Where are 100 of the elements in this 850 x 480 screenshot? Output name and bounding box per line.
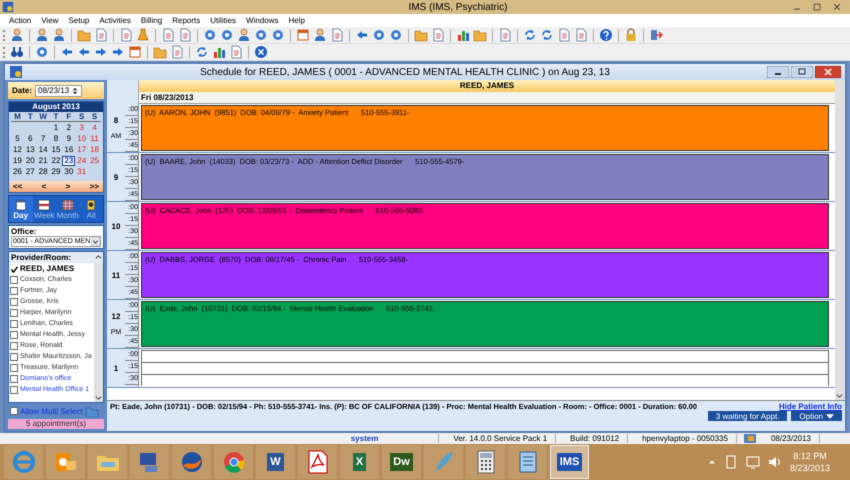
menu-item[interactable]: View (36, 16, 64, 25)
calendar-day[interactable]: 8 (50, 134, 62, 144)
minimize-icon[interactable] (767, 66, 789, 78)
folder-icon[interactable] (153, 45, 167, 59)
network-icon[interactable] (746, 455, 760, 469)
calendar-day[interactable]: 7 (36, 134, 50, 144)
calendar-day[interactable]: 13 (24, 145, 37, 155)
document-icon[interactable] (170, 45, 184, 59)
person-icon[interactable] (237, 28, 251, 42)
menu-item[interactable]: Help (284, 16, 310, 25)
taskbar-app[interactable] (508, 445, 547, 479)
checkbox[interactable] (10, 352, 18, 360)
checkbox[interactable] (10, 320, 18, 328)
calendar-day[interactable]: 27 (24, 167, 37, 177)
taskbar-app[interactable]: IMS (550, 445, 589, 479)
speaker-icon[interactable] (768, 455, 782, 469)
waiting-button[interactable]: 3 waiting for Appt. (708, 411, 788, 421)
taskbar-app[interactable]: X (340, 445, 379, 479)
calendar-day[interactable]: 15 (50, 145, 62, 155)
empty-slot[interactable] (141, 362, 829, 374)
calendar-day[interactable]: 16 (62, 145, 76, 155)
calendar-day[interactable]: 26 (11, 167, 24, 177)
up-arrow-icon[interactable] (708, 459, 716, 465)
document-icon[interactable] (574, 28, 588, 42)
document-icon[interactable] (161, 28, 175, 42)
document-icon[interactable] (119, 28, 133, 42)
arrow-left-icon[interactable] (60, 45, 74, 59)
menu-item[interactable]: Activities (94, 16, 136, 25)
calendar-day[interactable]: 9 (62, 134, 76, 144)
calendar-day[interactable]: 1 (50, 123, 62, 133)
arrow-left-icon[interactable] (355, 28, 369, 42)
document-icon[interactable] (178, 28, 192, 42)
calendar-day[interactable]: 22 (50, 156, 62, 166)
calendar-day[interactable]: 30 (62, 167, 76, 177)
menu-item[interactable]: Billing (136, 16, 168, 25)
bar-chart-icon[interactable] (212, 45, 226, 59)
empty-slot[interactable] (141, 374, 829, 386)
taskbar-app[interactable]: W (256, 445, 295, 479)
menu-item[interactable]: Action (4, 16, 36, 25)
checkbox[interactable] (10, 298, 18, 306)
exit-icon[interactable] (649, 28, 663, 42)
calendar-day[interactable]: 19 (11, 156, 24, 166)
checkbox[interactable] (10, 308, 18, 316)
bar-chart-icon[interactable] (456, 28, 470, 42)
person-icon[interactable] (313, 28, 327, 42)
calendar-icon[interactable] (128, 45, 142, 59)
calendar-day[interactable]: 29 (50, 167, 62, 177)
menu-item[interactable]: Utilities (205, 16, 242, 25)
checkbox[interactable] (10, 364, 18, 372)
arrow-right-icon[interactable] (94, 45, 108, 59)
option-button[interactable]: Option (791, 411, 842, 421)
calendar-day[interactable]: 5 (11, 134, 24, 144)
spinner-icon[interactable] (71, 86, 80, 94)
menu-item[interactable]: Windows (241, 16, 284, 25)
taskbar-app[interactable]: Dw (382, 445, 421, 479)
calendar-icon[interactable] (296, 28, 310, 42)
document-icon[interactable] (498, 28, 512, 42)
checkbox[interactable] (10, 330, 18, 338)
checkbox[interactable] (10, 407, 18, 415)
dropdown-arrow-icon[interactable] (91, 237, 100, 246)
person-icon[interactable] (35, 28, 49, 42)
document-icon[interactable] (557, 28, 571, 42)
lock-icon[interactable] (624, 28, 638, 42)
calendar-day[interactable]: 21 (36, 156, 50, 166)
nav-button[interactable]: >> (90, 182, 99, 191)
close-icon[interactable] (254, 45, 268, 59)
checkbox[interactable] (10, 342, 18, 350)
arrow-left-icon[interactable] (77, 45, 91, 59)
close-icon[interactable] (832, 2, 842, 12)
empty-slot[interactable] (141, 350, 829, 362)
person-icon[interactable] (10, 28, 24, 42)
document-icon[interactable] (229, 45, 243, 59)
checkbox[interactable] (10, 276, 18, 284)
date-field[interactable]: 08/23/13 (35, 84, 82, 96)
calendar-day[interactable]: 12 (11, 145, 24, 155)
refresh-icon[interactable] (195, 45, 209, 59)
refresh-icon[interactable] (540, 28, 554, 42)
checkbox[interactable] (10, 286, 18, 294)
checkbox[interactable] (10, 374, 18, 382)
binoculars-icon[interactable] (10, 45, 24, 59)
calendar-day[interactable]: 14 (36, 145, 50, 155)
nav-button[interactable]: < (42, 182, 46, 191)
help-icon[interactable] (599, 28, 613, 42)
menu-item[interactable]: Reports (167, 16, 206, 25)
maximize-icon[interactable] (812, 2, 822, 12)
taskbar-app[interactable] (298, 445, 337, 479)
calendar-day[interactable]: 23 (62, 156, 76, 166)
checkbox[interactable] (10, 264, 18, 272)
menu-item[interactable]: Setup (63, 16, 94, 25)
nav-button[interactable]: > (66, 182, 70, 191)
arrow-right-icon[interactable] (111, 45, 125, 59)
scrollbar[interactable] (835, 104, 845, 400)
document-icon[interactable] (431, 28, 445, 42)
nav-button[interactable]: << (13, 182, 22, 191)
scrollbar[interactable] (94, 263, 103, 402)
device-icon[interactable] (724, 455, 738, 469)
refresh-icon[interactable] (523, 28, 537, 42)
provider-name[interactable]: REED, JAMES (20, 264, 74, 273)
calendar-day[interactable]: 20 (24, 156, 37, 166)
close-icon[interactable] (815, 66, 841, 78)
